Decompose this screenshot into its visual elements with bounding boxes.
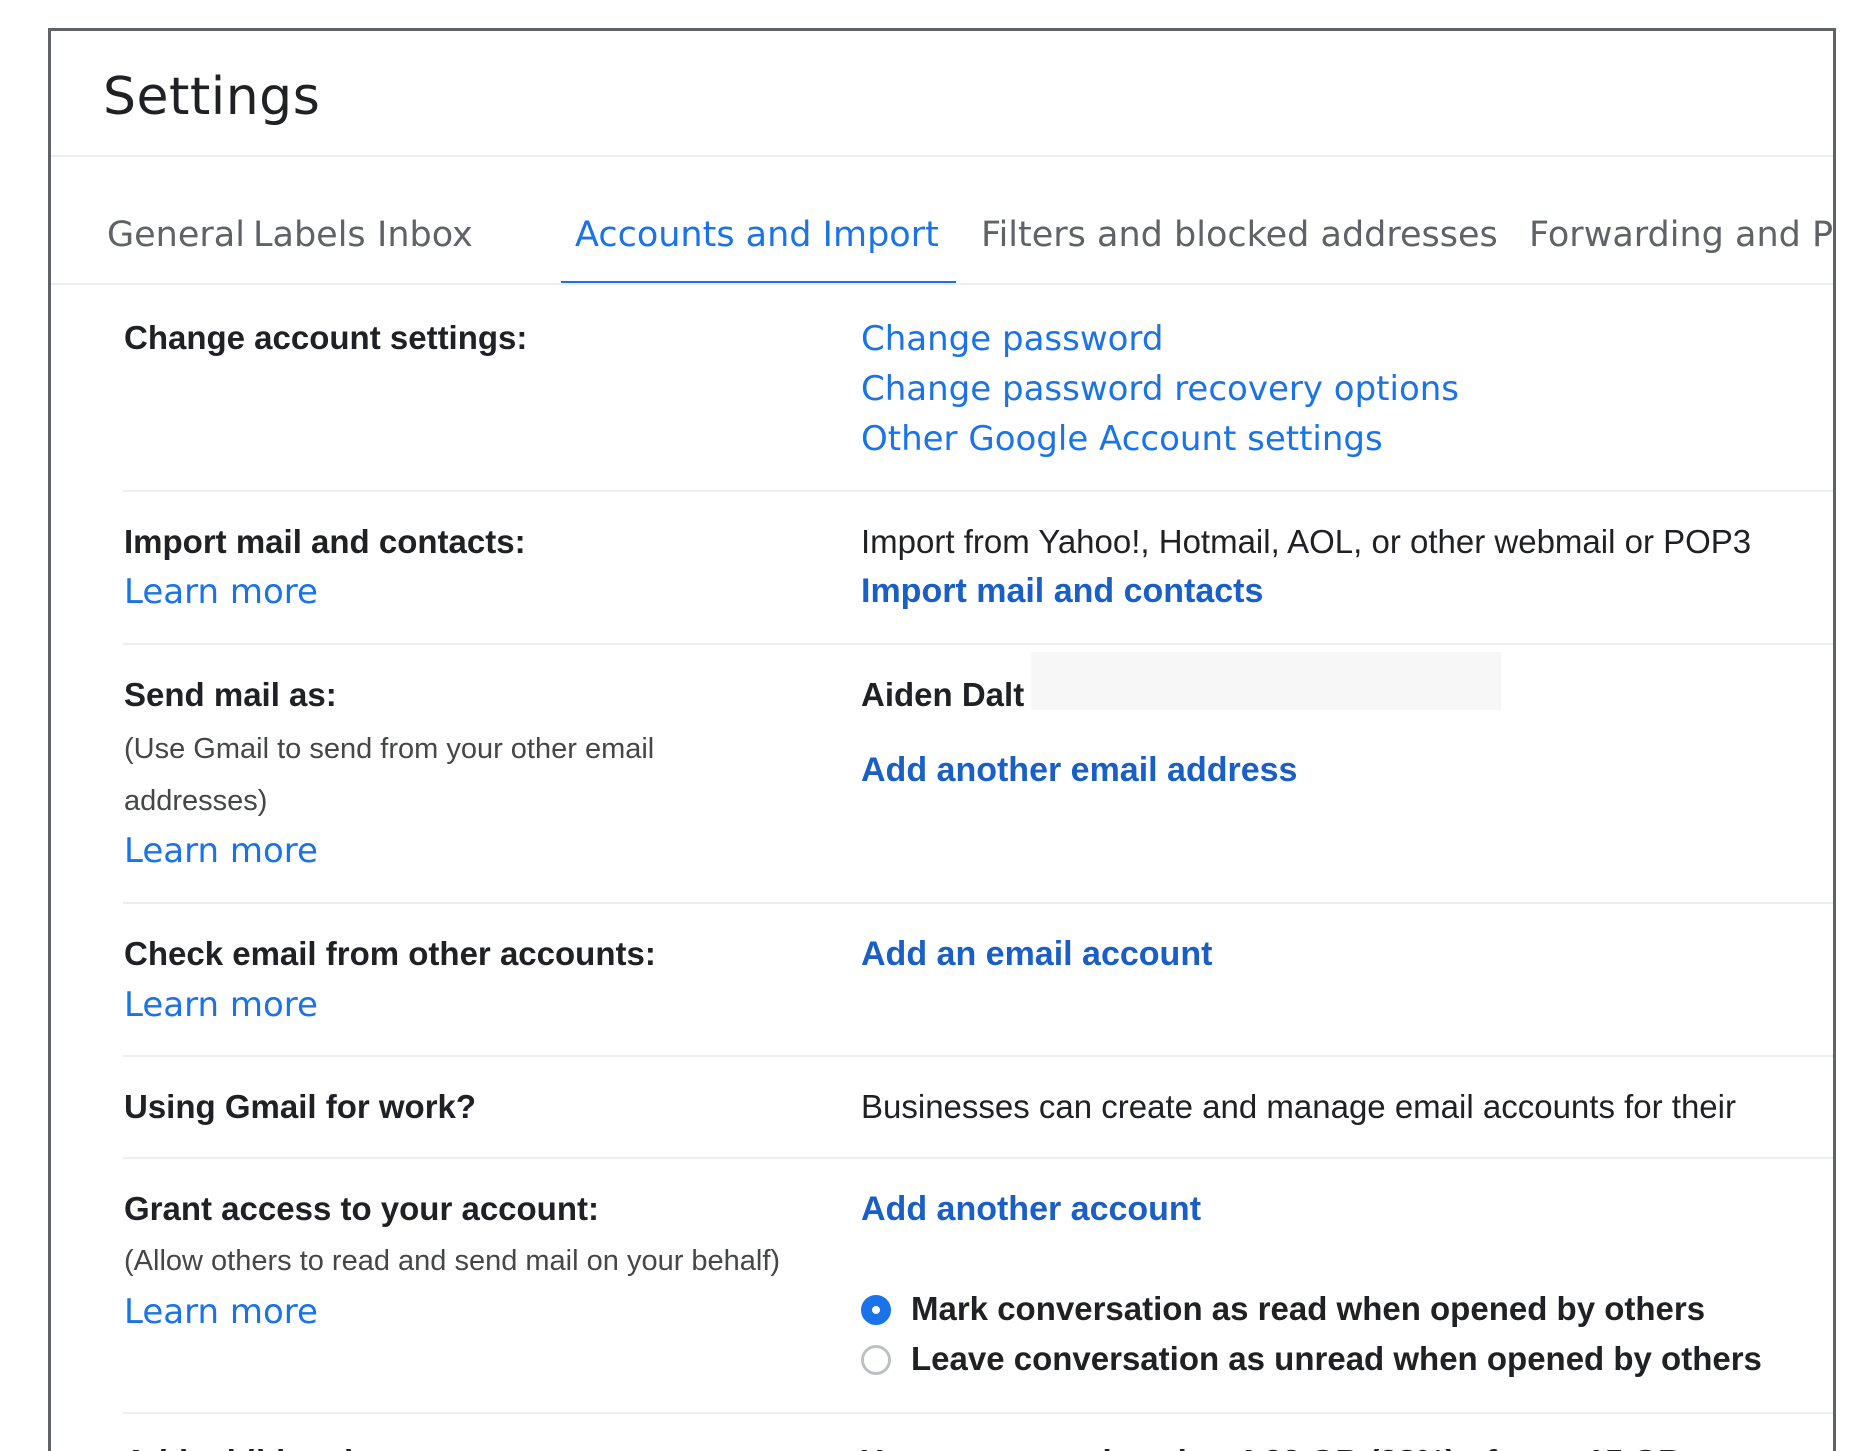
import-mail-and-contacts-link[interactable]: Import mail and contacts (861, 572, 1263, 611)
tab-filters-and-blocked-addresses[interactable]: Filters and blocked addresses (981, 215, 1498, 255)
add-storage-label: Add additional storage: (124, 1443, 493, 1451)
redacted-email-address (1031, 652, 1501, 710)
grant-access-label: Grant access to your account: (124, 1190, 599, 1227)
send-mail-learn-more-link[interactable]: Learn more (124, 831, 318, 871)
sender-account-name: Aiden Dalt (861, 676, 1025, 713)
check-email-label: Check email from other accounts: (124, 935, 656, 972)
row-divider (123, 902, 1833, 904)
row-divider (123, 1055, 1833, 1057)
row-divider (123, 490, 1833, 492)
add-an-email-account-link[interactable]: Add an email account (861, 935, 1212, 974)
tabs-divider (51, 283, 1833, 285)
tab-inbox[interactable]: Inbox (377, 215, 473, 255)
check-email-learn-more-link[interactable]: Learn more (124, 985, 318, 1025)
import-description: Import from Yahoo!, Hotmail, AOL, or oth… (861, 523, 1752, 560)
settings-tabs: General Labels Inbox Accounts and Import… (51, 157, 1833, 285)
row-divider (123, 1157, 1833, 1159)
tab-forwarding-and-pop[interactable]: Forwarding and PO (1529, 215, 1833, 255)
leave-as-unread-label[interactable]: Leave conversation as unread when opened… (911, 1340, 1762, 1378)
row-divider (123, 643, 1833, 645)
settings-panel: Settings General Labels Inbox Accounts a… (48, 28, 1836, 1451)
gmail-for-work-description: Businesses can create and manage email a… (861, 1088, 1736, 1125)
tab-accounts-and-import[interactable]: Accounts and Import (575, 215, 939, 255)
row-divider (123, 1412, 1833, 1414)
change-account-settings-label: Change account settings: (124, 319, 528, 356)
import-learn-more-link[interactable]: Learn more (124, 572, 318, 612)
import-mail-label: Import mail and contacts: (124, 523, 526, 560)
mark-as-read-radio[interactable] (861, 1295, 891, 1325)
send-mail-as-label: Send mail as: (124, 676, 337, 713)
other-google-account-settings-link[interactable]: Other Google Account settings (861, 419, 1383, 459)
leave-as-unread-radio[interactable] (861, 1345, 891, 1375)
add-another-email-address-link[interactable]: Add another email address (861, 751, 1297, 790)
gmail-for-work-label: Using Gmail for work? (124, 1088, 477, 1125)
tab-labels[interactable]: Labels (253, 215, 366, 255)
mark-as-read-label[interactable]: Mark conversation as read when opened by… (911, 1290, 1705, 1328)
send-mail-as-description: (Use Gmail to send from your other email… (124, 733, 655, 817)
add-another-account-link[interactable]: Add another account (861, 1190, 1201, 1229)
grant-access-description: (Allow others to read and send mail on y… (124, 1245, 781, 1277)
page-title: Settings (103, 67, 321, 127)
storage-usage-text: You are currently using 4.22 GB (28%) of… (861, 1443, 1691, 1451)
tab-general[interactable]: General (107, 215, 245, 255)
change-password-link[interactable]: Change password (861, 319, 1163, 359)
grant-access-learn-more-link[interactable]: Learn more (124, 1292, 318, 1332)
change-password-recovery-link[interactable]: Change password recovery options (861, 369, 1459, 409)
